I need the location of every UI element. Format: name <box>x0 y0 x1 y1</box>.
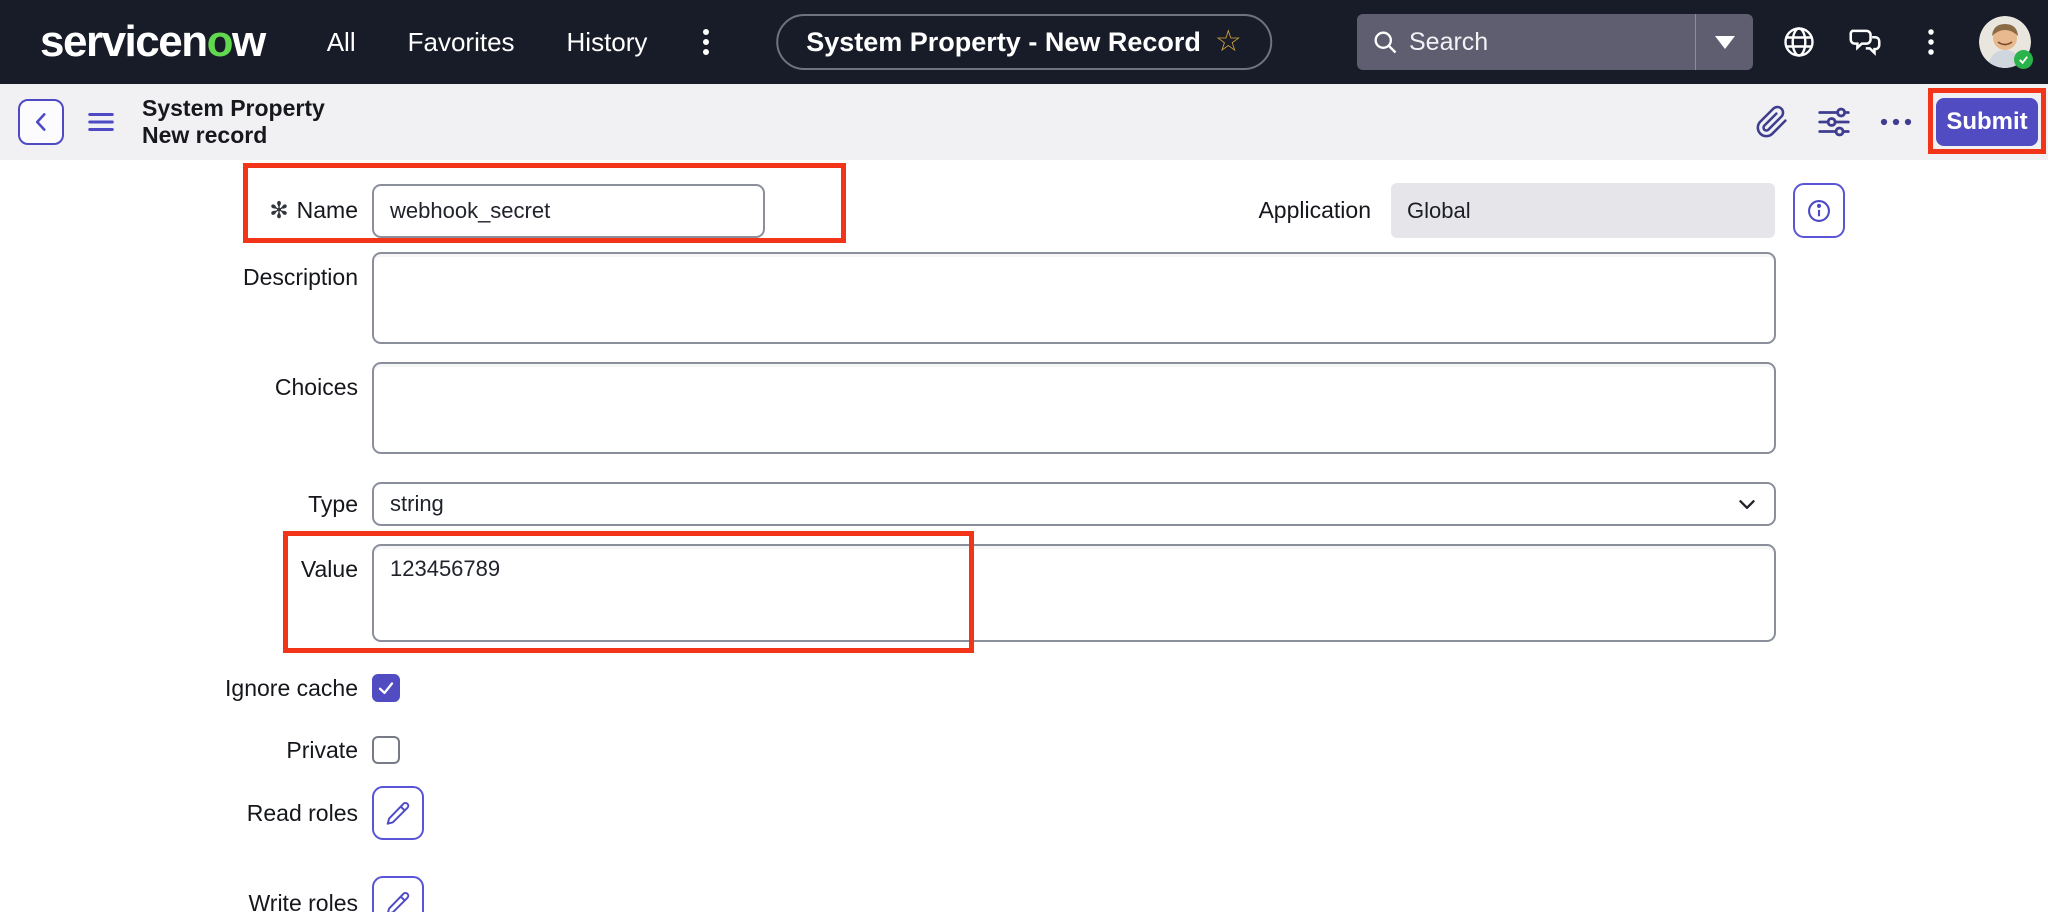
info-icon <box>1805 197 1833 225</box>
personalize-form-button[interactable] <box>1812 100 1856 144</box>
value-textarea[interactable]: 123456789 <box>372 544 1776 642</box>
read-roles-edit-button[interactable] <box>372 786 424 840</box>
status-online-badge <box>2014 50 2033 69</box>
page-subtitle: New record <box>142 122 325 149</box>
paperclip-icon <box>1755 105 1789 139</box>
value-row: Value 123456789 <box>0 544 2048 642</box>
write-roles-edit-button[interactable] <box>372 876 424 912</box>
top-nav-bar: servicenow All Favorites History System … <box>0 0 2048 84</box>
description-textarea[interactable] <box>372 252 1776 344</box>
application-info-button[interactable] <box>1793 183 1845 238</box>
globe-button[interactable] <box>1779 22 1819 62</box>
value-label: Value <box>0 544 358 583</box>
logo-text-end: w <box>232 17 265 66</box>
servicenow-window: servicenow All Favorites History System … <box>0 0 2048 912</box>
write-roles-label: Write roles <box>0 890 358 912</box>
page-title-block: System Property New record <box>142 95 325 149</box>
description-label: Description <box>0 252 358 291</box>
hamburger-icon <box>86 109 116 135</box>
name-application-row: ✻ Name Application Global <box>0 183 2048 238</box>
choices-row: Choices <box>0 362 2048 454</box>
record-form: ✻ Name Application Global Description Ch… <box>0 160 2048 912</box>
type-label: Type <box>0 491 358 518</box>
back-button[interactable] <box>18 99 64 145</box>
globe-icon <box>1781 24 1817 60</box>
nav-more-kebab-icon[interactable] <box>693 27 719 57</box>
type-selected-value: string <box>390 491 444 517</box>
topbar-right-cluster <box>1357 14 2031 70</box>
more-actions-ellipsis-icon[interactable] <box>1874 100 1918 144</box>
private-label: Private <box>0 737 358 764</box>
primary-nav: All Favorites History <box>327 27 648 58</box>
name-label: ✻ Name <box>0 197 358 224</box>
logo-text: servicen <box>40 17 207 66</box>
record-title: System Property - New Record <box>806 27 1201 58</box>
nav-favorites[interactable]: Favorites <box>408 27 515 58</box>
ignore-cache-checkbox[interactable] <box>372 674 400 702</box>
form-context-menu-button[interactable] <box>86 109 116 135</box>
application-label: Application <box>1258 197 1371 224</box>
logo-accent-o: o <box>207 17 232 66</box>
description-row: Description <box>0 252 2048 344</box>
pencil-icon <box>385 890 411 912</box>
choices-label: Choices <box>0 362 358 401</box>
search-input[interactable] <box>1399 28 1695 57</box>
choices-textarea[interactable] <box>372 362 1776 454</box>
chevron-left-icon <box>28 109 54 135</box>
application-value: Global <box>1391 183 1775 238</box>
search-icon <box>1371 28 1399 56</box>
private-checkbox[interactable] <box>372 736 400 764</box>
private-row: Private <box>0 736 2048 764</box>
type-select[interactable]: string <box>372 482 1776 526</box>
page-title: System Property <box>142 95 325 122</box>
check-icon <box>377 679 395 697</box>
pencil-icon <box>385 800 411 826</box>
attachments-button[interactable] <box>1750 100 1794 144</box>
ignore-cache-row: Ignore cache <box>0 674 2048 702</box>
more-options-kebab-icon[interactable] <box>1911 22 1951 62</box>
search-scope-dropdown[interactable] <box>1695 14 1753 70</box>
required-marker-icon: ✻ <box>269 197 288 224</box>
chat-button[interactable] <box>1845 22 1885 62</box>
favorite-star-icon[interactable]: ☆ <box>1215 27 1242 57</box>
form-header-actions: Submit <box>1750 98 2046 146</box>
search-box <box>1357 14 1753 70</box>
servicenow-logo[interactable]: servicenow <box>40 17 265 67</box>
name-input[interactable] <box>372 184 765 238</box>
user-avatar[interactable] <box>1979 16 2031 68</box>
chat-icon <box>1846 23 1884 61</box>
sliders-icon <box>1815 103 1853 141</box>
nav-all[interactable]: All <box>327 27 356 58</box>
read-roles-label: Read roles <box>0 800 358 827</box>
caret-down-icon <box>1715 36 1735 49</box>
chevron-down-icon <box>1734 491 1760 517</box>
nav-history[interactable]: History <box>567 27 648 58</box>
ignore-cache-label: Ignore cache <box>0 675 358 702</box>
type-row: Type string <box>0 482 2048 526</box>
write-roles-row: Write roles <box>0 876 2048 912</box>
read-roles-row: Read roles <box>0 786 2048 840</box>
form-header-bar: System Property New record Submit <box>0 84 2048 160</box>
record-title-pill[interactable]: System Property - New Record ☆ <box>776 14 1272 70</box>
application-field-group: Application Global <box>1258 183 2048 238</box>
submit-button[interactable]: Submit <box>1936 98 2038 146</box>
